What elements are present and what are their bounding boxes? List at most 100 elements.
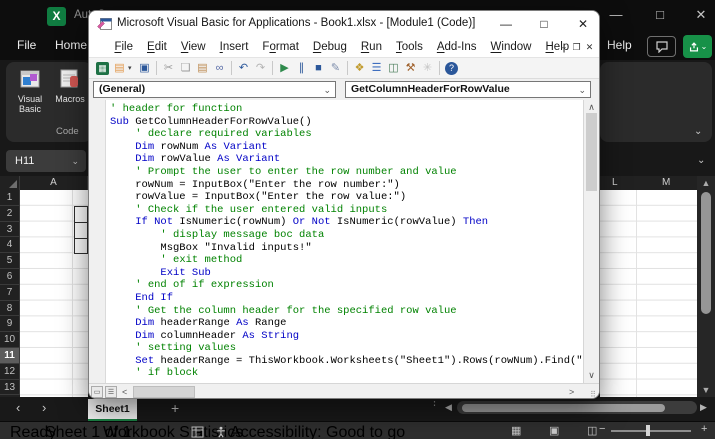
row-header-11[interactable]: 11 — [0, 347, 20, 364]
ribbon-collapse-chevron-icon[interactable]: ⌄ — [694, 126, 702, 137]
share-button[interactable]: ⌄ — [683, 35, 712, 58]
row-header-2[interactable]: 2 — [0, 205, 20, 222]
tab-file[interactable]: File — [17, 38, 36, 52]
code-scroll-left-icon[interactable]: < — [122, 386, 127, 398]
zoom-in-button[interactable]: + — [701, 423, 707, 435]
reset-icon[interactable]: ■ — [310, 60, 327, 76]
excel-hscroll-thumb[interactable] — [462, 404, 665, 412]
vba-minimize-button[interactable]: — — [493, 13, 519, 35]
row-headers[interactable]: 1 2 3 4 5 6 7 8 9 10 11 12 13 — [0, 190, 20, 397]
row-header-13[interactable]: 13 — [0, 379, 20, 396]
name-box[interactable]: H11 ⌄ — [6, 150, 86, 172]
mdi-close-button[interactable]: ✕ — [583, 41, 596, 54]
procedure-view-button[interactable]: ▭ — [91, 386, 103, 398]
code-line[interactable]: ' display message boc data — [110, 229, 582, 242]
code-vertical-scrollbar[interactable]: ∧ ∨ — [583, 100, 599, 383]
vba-maximize-button[interactable]: □ — [531, 13, 557, 35]
code-horizontal-scrollbar[interactable]: ▭ ☰ < > ⠿ — [89, 383, 599, 398]
full-module-view-button[interactable]: ☰ — [105, 386, 117, 398]
excel-maximize-button[interactable]: □ — [645, 4, 675, 26]
row-header-12[interactable]: 12 — [0, 363, 20, 380]
code-line[interactable]: Sub GetColumnHeaderForRowValue() — [110, 116, 582, 129]
vba-close-button[interactable]: ✕ — [570, 13, 596, 35]
code-line[interactable]: ' exit method — [110, 254, 582, 267]
code-line[interactable]: rowNum = InputBox("Enter the row number:… — [110, 179, 582, 192]
cut-icon[interactable]: ✂ — [160, 60, 177, 76]
tab-home[interactable]: Home — [55, 38, 87, 52]
menu-tools[interactable]: Tools — [389, 37, 430, 58]
column-header-a[interactable]: A — [20, 176, 88, 190]
hscroll-right-icon[interactable]: ▶ — [700, 401, 707, 414]
code-line[interactable]: ' Check if the user entered valid inputs — [110, 204, 582, 217]
excel-minimize-button[interactable]: — — [601, 4, 631, 26]
bordered-range-b2-b4[interactable] — [74, 206, 88, 254]
intellisense-icon[interactable]: ✳ — [419, 60, 436, 76]
next-sheet-button[interactable]: › — [42, 401, 46, 415]
page-layout-view-icon[interactable]: ▣ — [549, 424, 559, 437]
row-header-10[interactable]: 10 — [0, 332, 20, 348]
code-line[interactable]: Dim rowValue As Variant — [110, 153, 582, 166]
macros-button[interactable]: Macros — [52, 66, 88, 104]
grid-cells-right[interactable]: L M — [600, 176, 697, 397]
menu-debug[interactable]: Debug — [306, 37, 354, 58]
column-header-m[interactable]: M — [662, 176, 670, 190]
break-icon[interactable]: ∥ — [293, 60, 310, 76]
hscroll-left-icon[interactable]: ◀ — [445, 401, 452, 414]
view-excel-icon[interactable]: ▦ — [94, 60, 111, 76]
project-explorer-icon[interactable]: ❖ — [351, 60, 368, 76]
menu-file[interactable]: File — [107, 37, 140, 58]
page-break-view-icon[interactable]: ◫ — [587, 424, 597, 437]
design-mode-icon[interactable]: ✎ — [327, 60, 344, 76]
code-scroll-up-icon[interactable]: ∧ — [584, 102, 599, 113]
row-header-8[interactable]: 8 — [0, 300, 20, 317]
code-line[interactable]: rowValue = InputBox("Enter the row value… — [110, 191, 582, 204]
code-line[interactable]: Dim rowNum As Variant — [110, 141, 582, 154]
zoom-out-button[interactable]: − — [599, 423, 605, 435]
help-icon[interactable]: ? — [443, 60, 460, 76]
zoom-slider[interactable] — [611, 430, 691, 432]
code-pane[interactable]: ' header for function Sub GetColumnHeader… — [89, 100, 599, 383]
spreadsheet-stats-icon[interactable] — [191, 425, 204, 439]
normal-view-icon[interactable]: ▦ — [511, 424, 521, 437]
code-line[interactable]: MsgBox "Invalid inputs!" — [110, 242, 582, 255]
insert-userform-icon[interactable]: ▤ — [111, 60, 128, 76]
resize-grip-icon[interactable]: ⠿ — [590, 390, 597, 398]
tab-scroll-divider[interactable]: ⋮ — [429, 397, 440, 408]
mdi-minimize-button[interactable]: – — [557, 41, 570, 54]
copy-icon[interactable]: ❏ — [177, 60, 194, 76]
object-browser-icon[interactable]: ◫ — [385, 60, 402, 76]
excel-close-button[interactable]: ✕ — [686, 4, 715, 26]
row-header-7[interactable]: 7 — [0, 284, 20, 301]
code-line[interactable]: ' Prompt the user to enter the row numbe… — [110, 166, 582, 179]
column-header-l[interactable]: L — [612, 176, 618, 190]
scroll-down-icon[interactable]: ▼ — [697, 385, 715, 395]
mdi-restore-button[interactable]: ❐ — [570, 41, 583, 54]
code-line[interactable]: End If — [110, 292, 582, 305]
menu-format[interactable]: Format — [255, 37, 305, 58]
code-line[interactable]: ' end of if expression — [110, 279, 582, 292]
sheet-tab-sheet1[interactable]: Sheet1 — [88, 399, 137, 421]
dropdown-caret-icon[interactable]: ▾ — [128, 64, 136, 72]
visual-basic-button[interactable]: Visual Basic — [11, 66, 49, 114]
tab-help[interactable]: Help — [607, 38, 632, 52]
redo-icon[interactable]: ↷ — [252, 60, 269, 76]
excel-vscroll-thumb[interactable] — [701, 192, 711, 314]
code-line[interactable]: ' Get the column header for the specifie… — [110, 305, 582, 318]
save-icon[interactable]: ▣ — [136, 60, 153, 76]
undo-icon[interactable]: ↶ — [235, 60, 252, 76]
code-line[interactable]: Set headerRange = ThisWorkbook.Worksheet… — [110, 355, 582, 368]
menu-view[interactable]: View — [174, 37, 213, 58]
code-line[interactable]: ' if block — [110, 367, 582, 380]
code-line[interactable]: ' header for function — [110, 103, 582, 116]
find-icon[interactable]: ∞ — [211, 60, 228, 76]
code-scroll-right-icon[interactable]: > — [569, 386, 574, 398]
add-sheet-button[interactable]: + — [171, 400, 179, 416]
code-vscroll-thumb[interactable] — [586, 113, 597, 191]
formula-bar-expand-chevron-icon[interactable]: ⌄ — [697, 155, 705, 166]
row-header-6[interactable]: 6 — [0, 268, 20, 285]
zoom-slider-thumb[interactable] — [646, 425, 650, 436]
scroll-up-icon[interactable]: ▲ — [697, 178, 715, 188]
menu-run[interactable]: Run — [354, 37, 389, 58]
procedure-combobox[interactable]: GetColumnHeaderForRowValue ⌄ — [345, 81, 591, 98]
excel-vertical-scrollbar[interactable]: ▲ ▼ — [697, 176, 715, 397]
